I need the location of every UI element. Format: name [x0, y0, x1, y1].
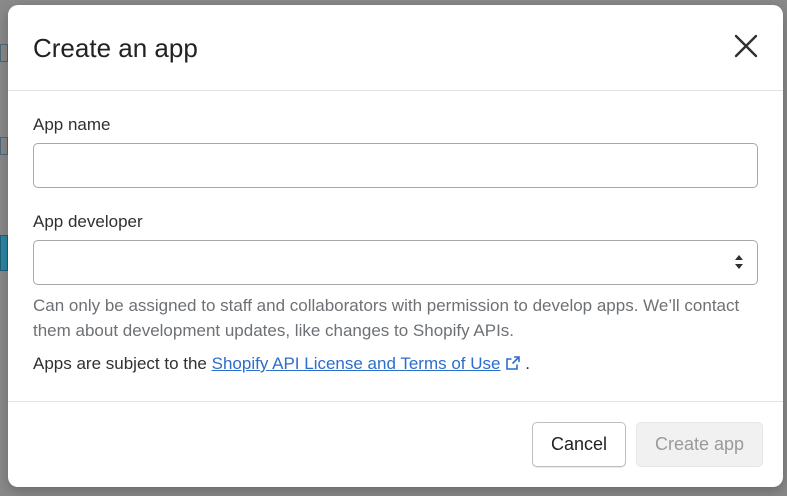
backdrop-item	[0, 235, 8, 271]
app-name-label: App name	[33, 115, 111, 134]
close-icon	[734, 34, 758, 58]
modal-title: Create an app	[33, 33, 198, 63]
app-developer-label: App developer	[33, 212, 143, 231]
terms-link[interactable]: Shopify API License and Terms of Use	[212, 354, 521, 373]
app-developer-select-wrap	[33, 240, 758, 285]
modal-body: App name App developer Can only be assig…	[33, 115, 758, 374]
modal-footer: Cancel Create app	[8, 401, 783, 487]
terms-suffix: .	[525, 354, 530, 373]
create-app-button[interactable]: Create app	[636, 422, 763, 467]
terms-line: Apps are subject to the Shopify API Lice…	[33, 354, 758, 374]
close-button[interactable]	[731, 31, 761, 61]
app-name-input[interactable]	[33, 143, 758, 188]
modal-header: Create an app	[8, 5, 783, 91]
terms-prefix: Apps are subject to the	[33, 354, 207, 373]
backdrop-item	[0, 137, 8, 155]
app-developer-help-text: Can only be assigned to staff and collab…	[33, 296, 740, 340]
app-developer-select[interactable]	[33, 240, 758, 285]
external-link-icon	[506, 356, 521, 370]
terms-link-text: Shopify API License and Terms of Use	[211, 354, 501, 373]
create-app-modal: Create an app App name App developer Can…	[8, 5, 783, 487]
cancel-button[interactable]: Cancel	[532, 422, 626, 467]
backdrop-item	[0, 44, 8, 62]
